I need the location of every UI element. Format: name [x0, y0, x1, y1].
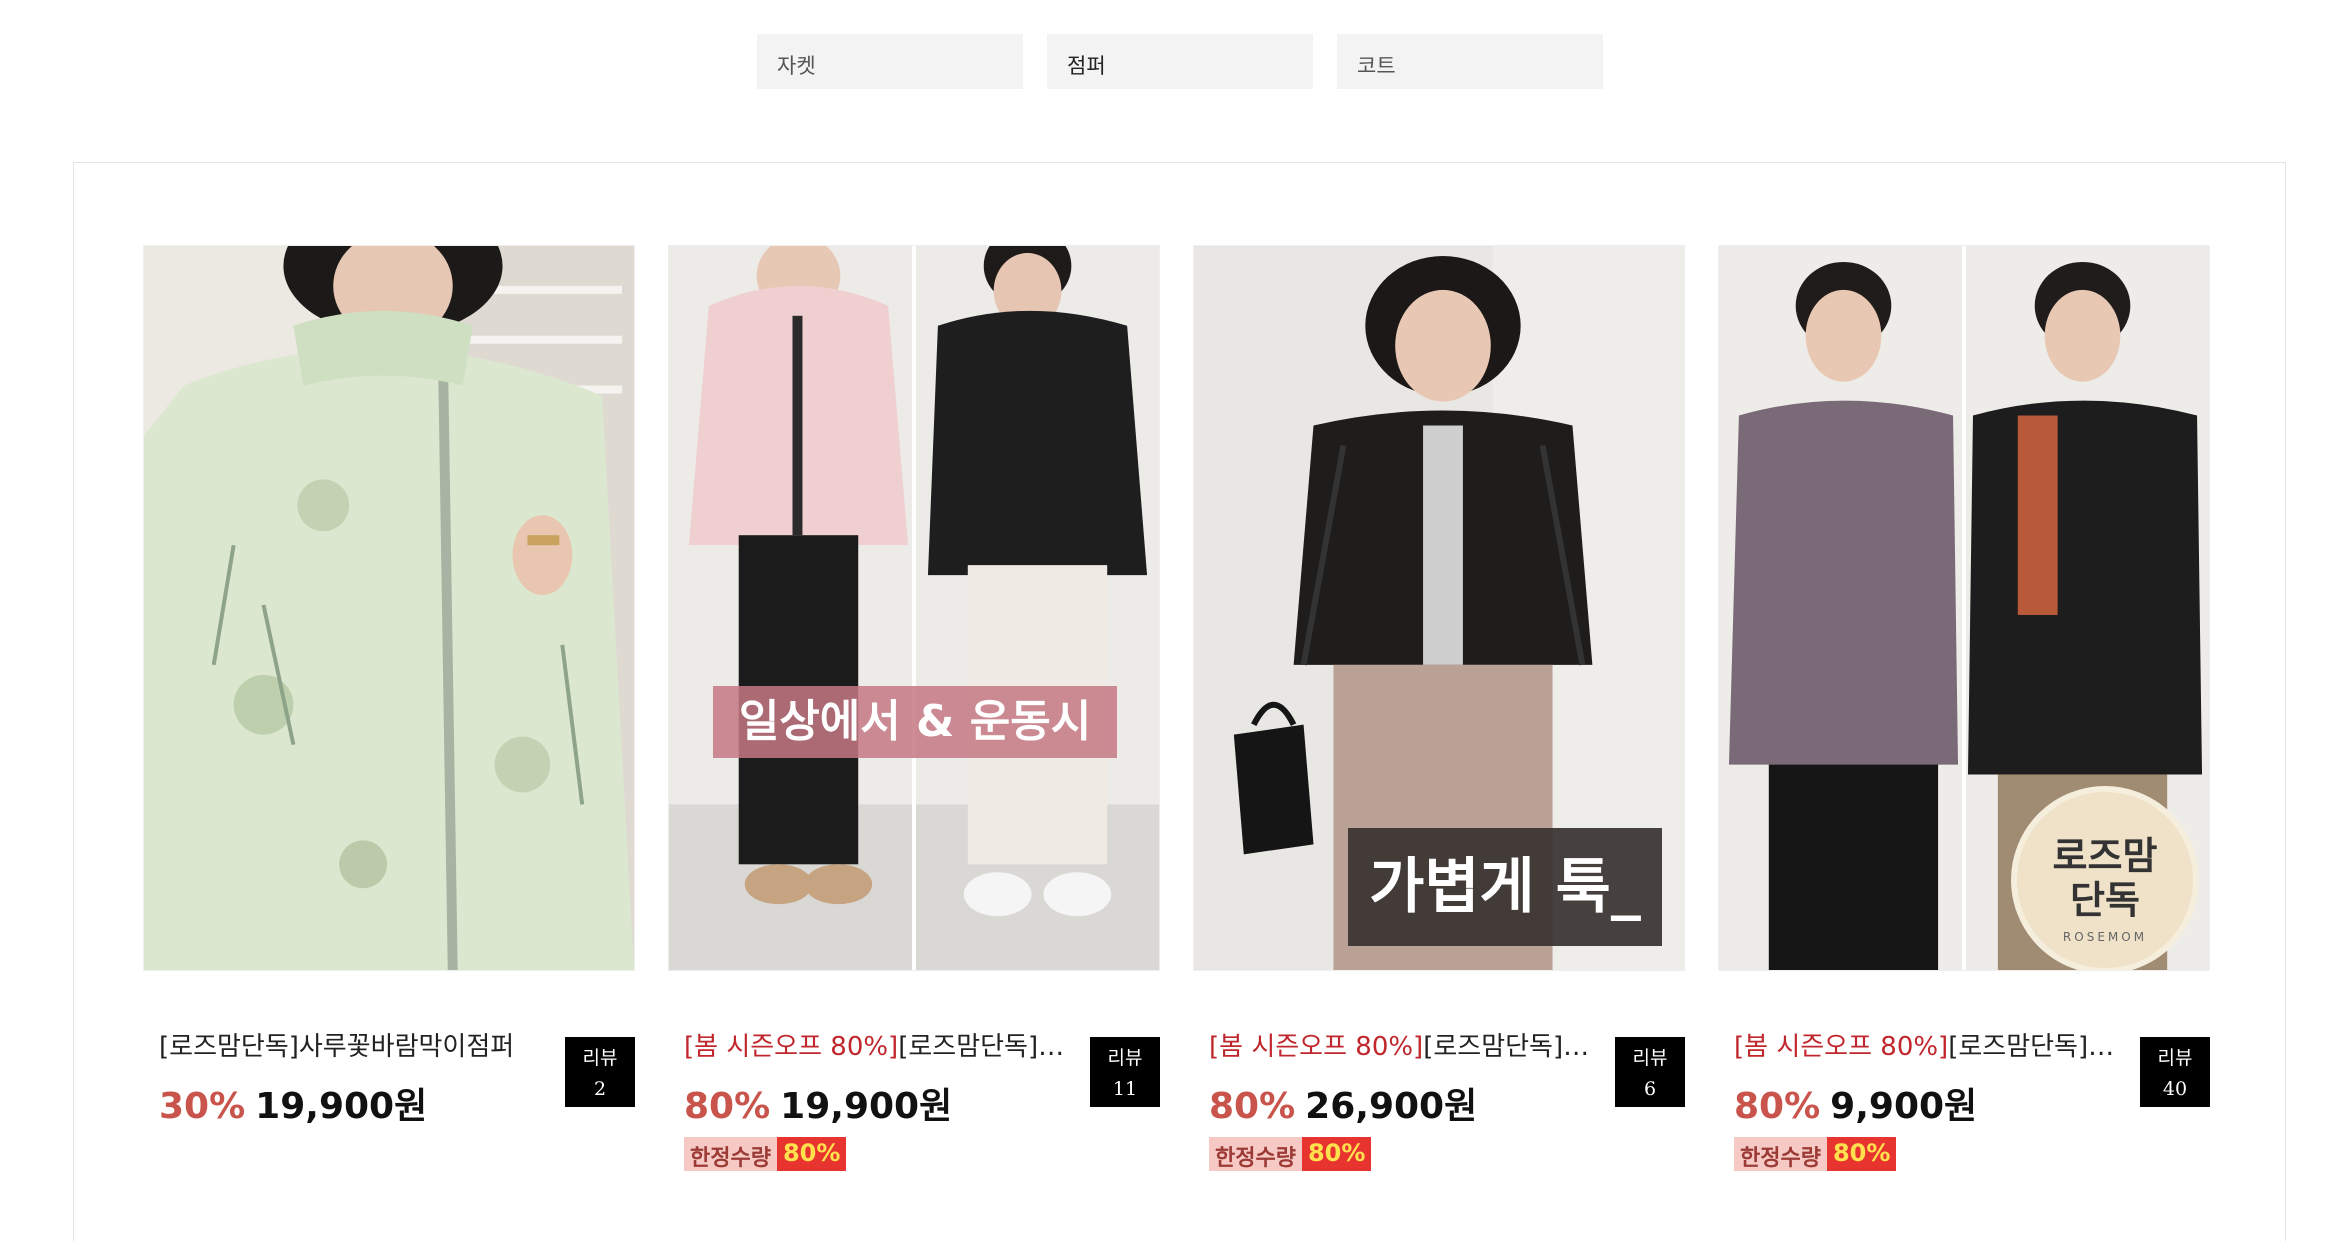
image-overlay-caption: 일상에서 & 운동시	[713, 686, 1117, 758]
review-badge[interactable]: 리뷰 40	[2140, 1037, 2210, 1107]
product-image[interactable]: 가볍게 툭_	[1193, 245, 1685, 971]
price-row: 30% 19,900원	[159, 1077, 427, 1129]
product-image[interactable]	[143, 245, 635, 971]
review-count: 40	[2162, 1078, 2188, 1100]
price-row: 80% 19,900원	[684, 1077, 952, 1129]
sale-price: 26,900원	[1305, 1086, 1478, 1127]
review-badge[interactable]: 리뷰 6	[1615, 1037, 1685, 1107]
limited-label: 한정수량	[1209, 1137, 1302, 1171]
review-label: 리뷰	[582, 1047, 618, 1069]
product-title[interactable]: [봄 시즌오프 80%][로즈맘단독]퀼팅점퍼	[1734, 1029, 2134, 1065]
review-label: 리뷰	[2157, 1047, 2193, 1069]
product-list-panel: [로즈맘단독]사루꽃바람막이점퍼 30% 19,900원 리뷰 2 일상에서 &…	[73, 162, 2286, 1241]
limited-quantity-badge: 한정수량 80%	[1734, 1137, 1897, 1171]
product-image[interactable]: 로즈맘 단독 ROSEMOM	[1718, 245, 2210, 971]
product-photo	[669, 246, 1159, 970]
product-name: [로즈맘단독]누빔점퍼	[1423, 1032, 1609, 1062]
image-overlay-caption: 가볍게 툭_	[1348, 828, 1662, 946]
limited-label: 한정수량	[1734, 1137, 1827, 1171]
product-image[interactable]: 일상에서 & 운동시	[668, 245, 1160, 971]
product-title[interactable]: [로즈맘단독]사루꽃바람막이점퍼	[159, 1029, 559, 1065]
review-label: 리뷰	[1632, 1047, 1668, 1069]
review-badge[interactable]: 리뷰 2	[565, 1037, 635, 1107]
promo-tag: [봄 시즌오프 80%]	[684, 1032, 899, 1062]
limited-label: 한정수량	[684, 1137, 777, 1171]
price-row: 80% 26,900원	[1209, 1077, 1477, 1129]
review-count: 11	[1112, 1078, 1138, 1100]
product-name: [로즈맘단독]바람막이점퍼	[898, 1032, 1084, 1062]
sale-price: 19,900원	[255, 1086, 428, 1127]
product-card[interactable]: 로즈맘단독 ROSEMOM [봄 시즌오프 80%][로즈맘단독]퀼팅점퍼 80…	[1718, 245, 2210, 1179]
review-badge[interactable]: 리뷰 11	[1090, 1037, 1160, 1107]
limited-percent: 80%	[776, 1137, 847, 1171]
promo-tag: [봄 시즌오프 80%]	[1209, 1032, 1424, 1062]
tab-jacket[interactable]: 자켓	[757, 34, 1023, 89]
product-title[interactable]: [봄 시즌오프 80%][로즈맘단독]누빔점퍼	[1209, 1029, 1609, 1065]
sale-price: 9,900원	[1830, 1086, 1978, 1127]
tab-coat[interactable]: 코트	[1337, 34, 1603, 89]
limited-percent: 80%	[1301, 1137, 1372, 1171]
product-photo	[144, 246, 634, 970]
product-name: [로즈맘단독]퀼팅점퍼	[1948, 1032, 2134, 1062]
discount-rate: 80%	[1734, 1086, 1821, 1127]
tab-jumper[interactable]: 점퍼	[1047, 34, 1313, 89]
promo-tag: [봄 시즌오프 80%]	[1734, 1032, 1949, 1062]
discount-rate: 80%	[684, 1086, 771, 1127]
category-tabs: 자켓 점퍼 코트	[757, 34, 1603, 89]
limited-percent: 80%	[1826, 1137, 1897, 1171]
product-name: [로즈맘단독]사루꽃바람막이점퍼	[159, 1032, 515, 1062]
review-label: 리뷰	[1107, 1047, 1143, 1069]
product-card[interactable]: [로즈맘단독]사루꽃바람막이점퍼 30% 19,900원 리뷰 2	[143, 245, 635, 1179]
price-row: 80% 9,900원	[1734, 1077, 1977, 1129]
exclusive-seal: 로즈맘 단독 ROSEMOM	[2011, 786, 2199, 970]
discount-rate: 30%	[159, 1086, 246, 1127]
discount-rate: 80%	[1209, 1086, 1296, 1127]
product-title[interactable]: [봄 시즌오프 80%][로즈맘단독]바람막이점퍼	[684, 1029, 1084, 1065]
product-card[interactable]: 가볍게 툭_ [봄 시즌오프 80%][로즈맘단독]누빔점퍼 80%26,900…	[1193, 245, 1685, 1179]
review-count: 2	[593, 1078, 607, 1100]
review-count: 6	[1643, 1078, 1657, 1100]
product-card[interactable]: 일상에서 & 운동시 [봄 시즌오프 80%][로즈맘단독]바람막이점퍼 80%…	[668, 245, 1160, 1179]
sale-price: 19,900원	[780, 1086, 953, 1127]
limited-quantity-badge: 한정수량 80%	[684, 1137, 847, 1171]
limited-quantity-badge: 한정수량 80%	[1209, 1137, 1372, 1171]
